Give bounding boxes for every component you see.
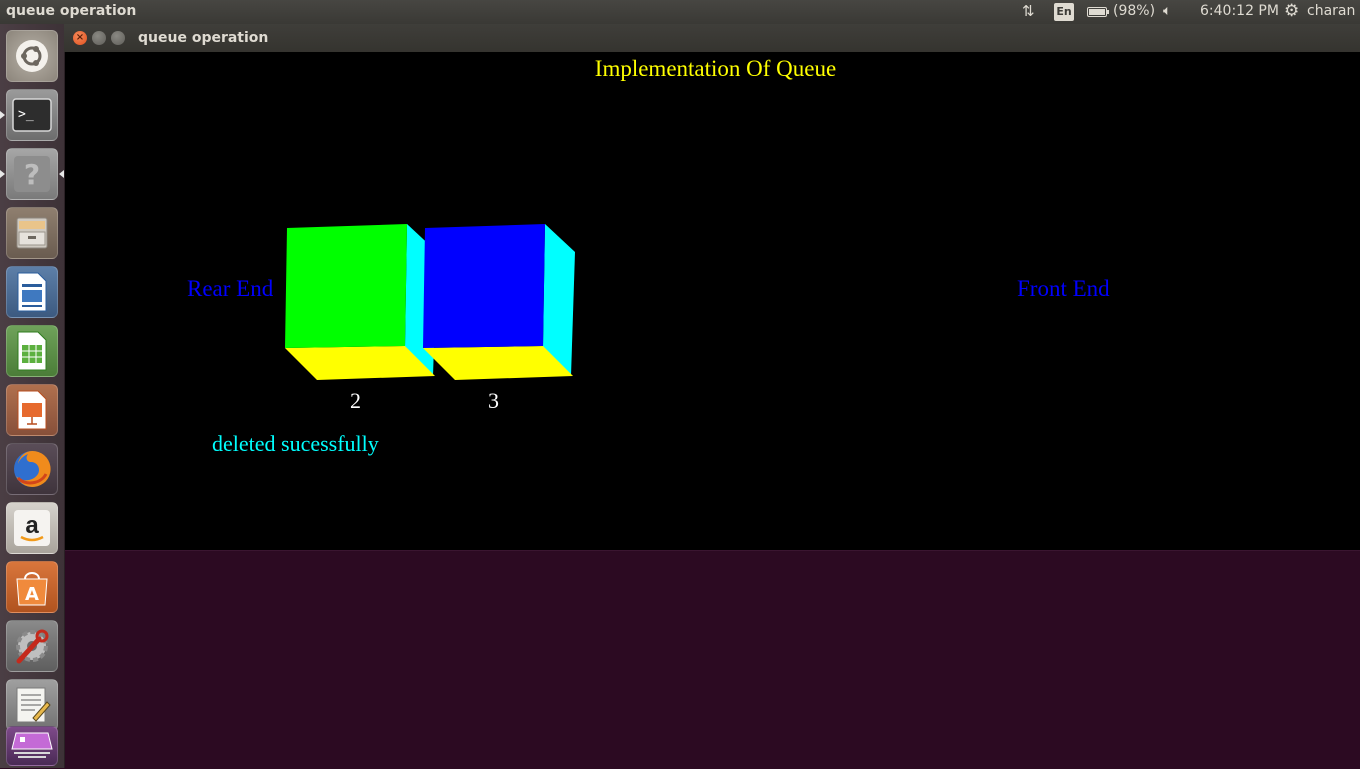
window-titlebar[interactable]: × queue operation [64, 24, 1360, 52]
cube-front-face [423, 224, 545, 348]
network-icon[interactable]: ⇅ [1022, 2, 1035, 20]
user-menu[interactable]: charan [1307, 3, 1355, 19]
queue-canvas[interactable]: Implementation Of Queue Rear End Front E… [65, 52, 1360, 550]
launcher-item-terminal[interactable]: >_ [6, 89, 58, 141]
launcher-item-amazon[interactable]: a [6, 502, 58, 554]
focused-indicator [59, 170, 64, 178]
top-panel: queue operation ⇅ En (98%) 🔈︎ 6:40:12 PM… [0, 0, 1360, 24]
running-indicator [0, 111, 5, 119]
launcher-item-files[interactable] [6, 207, 58, 259]
rear-end-label: Rear End [187, 276, 274, 301]
page-title: Implementation Of Queue [594, 56, 837, 81]
amazon-icon: a [14, 510, 50, 546]
text-editor-icon [16, 687, 51, 723]
firefox-icon [14, 450, 51, 487]
launcher-item-software-center[interactable]: A [6, 561, 58, 613]
close-button[interactable]: × [73, 31, 87, 45]
launcher: >_ ? a A [0, 24, 65, 768]
file-cabinet-icon [16, 217, 48, 249]
status-message: deleted sucessfully [212, 431, 379, 456]
calc-icon [17, 331, 47, 371]
launcher-item-impress[interactable] [6, 384, 58, 436]
cube-front-face [285, 224, 407, 348]
gear-icon[interactable]: ⚙ [1284, 1, 1299, 21]
software-center-icon: A [16, 572, 48, 606]
impress-icon [17, 390, 47, 430]
launcher-item-writer[interactable] [6, 266, 58, 318]
ubuntu-logo-icon [16, 40, 48, 72]
workspace-icon [11, 732, 53, 758]
svg-text:a: a [25, 512, 39, 539]
launcher-item-workspaces[interactable] [6, 726, 58, 766]
keyboard-layout-indicator[interactable]: En [1054, 3, 1074, 21]
battery-percentage[interactable]: (98%) [1113, 3, 1155, 19]
settings-icon [16, 629, 49, 664]
queue-value-label: 2 [350, 388, 361, 413]
active-app-title: queue operation [6, 3, 137, 19]
launcher-item-help[interactable]: ? [6, 148, 58, 200]
question-icon: ? [14, 156, 50, 192]
launcher-item-settings[interactable] [6, 620, 58, 672]
front-end-label: Front End [1017, 276, 1110, 301]
terminal-icon: >_ [12, 98, 52, 132]
svg-text:>_: >_ [18, 107, 34, 122]
queue-element [285, 224, 437, 380]
battery-icon[interactable] [1087, 7, 1109, 17]
launcher-item-dash[interactable] [6, 30, 58, 82]
launcher-item-firefox[interactable] [6, 443, 58, 495]
clock[interactable]: 6:40:12 PM [1200, 3, 1279, 19]
desktop-background [65, 550, 1360, 769]
launcher-item-calc[interactable] [6, 325, 58, 377]
writer-icon [17, 272, 47, 312]
launcher-item-text-editor[interactable] [6, 679, 58, 731]
svg-text:A: A [25, 584, 39, 605]
minimize-button[interactable] [92, 31, 106, 45]
window-title: queue operation [138, 30, 269, 46]
running-indicator [0, 170, 5, 178]
maximize-button[interactable] [111, 31, 125, 45]
queue-value-label: 3 [488, 388, 499, 413]
queue-element [423, 224, 575, 380]
volume-icon[interactable]: 🔈︎ [1163, 3, 1171, 19]
svg-text:?: ? [24, 158, 40, 191]
